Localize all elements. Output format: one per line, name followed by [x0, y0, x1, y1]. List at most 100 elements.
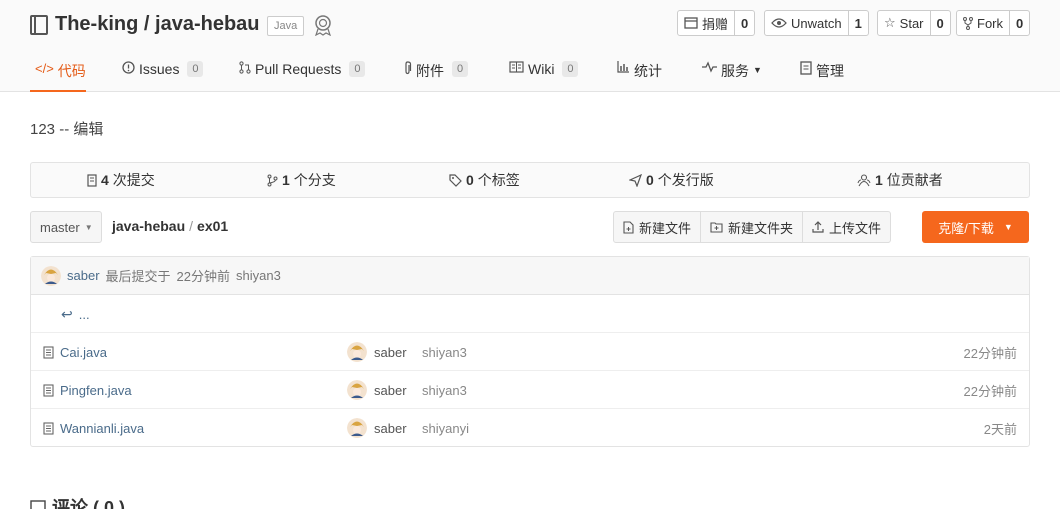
last-commit-bar: saber 最后提交于 22分钟前 shiyan3 — [31, 257, 1029, 295]
tab-pull-requests-label: Pull Requests — [255, 61, 342, 77]
tab-code[interactable]: </> 代码 — [30, 52, 86, 92]
breadcrumb: java-hebau / ex01 — [112, 218, 228, 234]
stat-branches-label: 个分支 — [293, 172, 336, 188]
tab-stats-label: 统计 — [634, 63, 662, 79]
file-commit-message[interactable]: shiyan3 — [422, 371, 467, 409]
tab-wiki[interactable]: Wiki 0 — [509, 52, 579, 92]
star-button[interactable]: ☆ Star — [878, 11, 931, 35]
parent-directory-row[interactable]: ↩ ... — [31, 295, 1029, 333]
fork-count[interactable]: 0 — [1010, 11, 1029, 35]
commit-icon — [87, 173, 97, 187]
comments-heading: 评论 ( 0 ) — [30, 494, 125, 509]
repo-book-icon — [30, 15, 48, 35]
stat-commits[interactable]: 4 次提交 — [87, 163, 155, 197]
new-file-label: 新建文件 — [639, 220, 692, 236]
last-commit-author[interactable]: saber — [67, 268, 100, 283]
file-commit-time: 22分钟前 — [963, 383, 1017, 399]
file-name-cell[interactable]: Pingfen.java — [43, 371, 132, 409]
file-actions-group: 新建文件 新建文件夹 上传文件 — [613, 211, 892, 243]
comments-label: 评论 ( 0 ) — [52, 498, 126, 509]
donate-count[interactable]: 0 — [735, 11, 754, 35]
stat-branches[interactable]: 1 个分支 — [267, 163, 336, 197]
unwatch-button[interactable]: Unwatch — [765, 11, 849, 35]
file-name-cell[interactable]: Wannianli.java — [43, 409, 144, 447]
stat-contributors[interactable]: 1 位贡献者 — [857, 163, 943, 197]
repo-name-link[interactable]: java-hebau — [155, 13, 259, 35]
star-group: ☆ Star 0 — [877, 10, 951, 36]
stat-tags-label: 个标签 — [477, 172, 520, 188]
tab-pull-requests-count: 0 — [349, 61, 366, 77]
tab-issues-count: 0 — [187, 61, 204, 77]
tab-services[interactable]: 服务 ▼ — [702, 52, 762, 92]
tab-manage[interactable]: 管理 — [800, 52, 844, 92]
last-commit-message[interactable]: shiyan3 — [236, 268, 281, 283]
repo-title-separator: / — [143, 13, 150, 35]
file-name-cell[interactable]: Cai.java — [43, 333, 107, 371]
chart-icon — [617, 61, 629, 73]
repo-header: The-king / java-hebau Java 捐赠 0 Unwatch … — [0, 0, 1060, 92]
donate-label: 捐赠 — [702, 16, 729, 32]
branch-select[interactable]: master ▼ — [30, 211, 102, 243]
breadcrumb-folder[interactable]: ex01 — [197, 218, 228, 234]
tab-issues[interactable]: Issues 0 — [122, 52, 204, 92]
file-row[interactable]: Wannianli.java saber shiyanyi 2天前 — [31, 409, 1029, 447]
fork-button[interactable]: Fork — [957, 11, 1010, 35]
tab-wiki-count: 0 — [562, 61, 579, 77]
stat-tags-count: 0 — [466, 172, 474, 188]
breadcrumb-repo[interactable]: java-hebau — [112, 218, 185, 234]
file-row[interactable]: Cai.java saber shiyan3 22分钟前 — [31, 333, 1029, 371]
contributors-icon — [857, 173, 871, 186]
clone-download-label: 克隆/下载 — [938, 220, 994, 236]
stat-releases[interactable]: 0 个发行版 — [629, 163, 714, 197]
file-commit-message[interactable]: shiyan3 — [422, 333, 467, 371]
eye-icon — [771, 18, 787, 28]
repo-owner-link[interactable]: The-king — [55, 13, 138, 35]
file-author-cell[interactable]: saber — [347, 371, 407, 409]
clone-download-button[interactable]: 克隆/下载 ▼ — [922, 211, 1029, 243]
file-commit-message[interactable]: shiyanyi — [422, 409, 469, 447]
code-icon: </> — [35, 61, 54, 76]
last-commit-text: 最后提交于 — [105, 269, 171, 284]
new-file-button[interactable]: 新建文件 — [614, 212, 702, 242]
upload-file-label: 上传文件 — [829, 220, 882, 236]
branch-name: master — [40, 219, 80, 235]
new-folder-button[interactable]: 新建文件夹 — [701, 212, 804, 242]
file-author-cell[interactable]: saber — [347, 409, 407, 447]
commit-description: 123 -- 编辑 — [30, 121, 104, 138]
unwatch-label: Unwatch — [791, 15, 842, 31]
parent-directory-link[interactable]: ↩ ... — [61, 295, 90, 333]
upload-file-button[interactable]: 上传文件 — [803, 212, 890, 242]
file-author: saber — [374, 382, 407, 398]
file-name: Pingfen.java — [60, 382, 132, 398]
stat-releases-count: 0 — [646, 172, 654, 188]
donate-group: 捐赠 0 — [677, 10, 756, 36]
file-row[interactable]: Pingfen.java saber shiyan3 22分钟前 — [31, 371, 1029, 409]
star-label: Star — [899, 15, 924, 31]
tab-stats[interactable]: 统计 — [617, 52, 662, 92]
award-icon[interactable] — [313, 14, 333, 36]
tab-attachments[interactable]: 附件 0 — [403, 52, 468, 92]
donate-button[interactable]: 捐赠 — [678, 11, 736, 35]
watch-count[interactable]: 1 — [849, 11, 868, 35]
file-name: Wannianli.java — [60, 420, 145, 436]
tag-icon — [449, 173, 462, 187]
file-name: Cai.java — [60, 344, 107, 360]
wiki-icon — [509, 61, 524, 73]
file-author-cell[interactable]: saber — [347, 333, 407, 371]
tab-code-label: 代码 — [57, 63, 86, 79]
fork-icon — [963, 16, 973, 30]
stat-tags[interactable]: 0 个标签 — [449, 163, 520, 197]
tab-attachments-label: 附件 — [416, 63, 444, 79]
issue-icon — [122, 61, 135, 74]
repo-stats-bar: 4 次提交 1 个分支 0 个标签 0 个发行版 1 位贡献者 — [30, 162, 1030, 198]
language-badge[interactable]: Java — [267, 16, 305, 36]
tab-pull-requests[interactable]: Pull Requests 0 — [239, 52, 366, 92]
file-commit-time: 22分钟前 — [963, 345, 1017, 361]
last-commit-time: 22分钟前 — [176, 269, 231, 284]
tab-manage-label: 管理 — [816, 63, 844, 79]
file-icon — [43, 421, 54, 435]
star-count[interactable]: 0 — [931, 11, 950, 35]
avatar[interactable] — [41, 265, 61, 286]
star-icon: ☆ — [884, 15, 896, 30]
file-author: saber — [374, 420, 407, 436]
